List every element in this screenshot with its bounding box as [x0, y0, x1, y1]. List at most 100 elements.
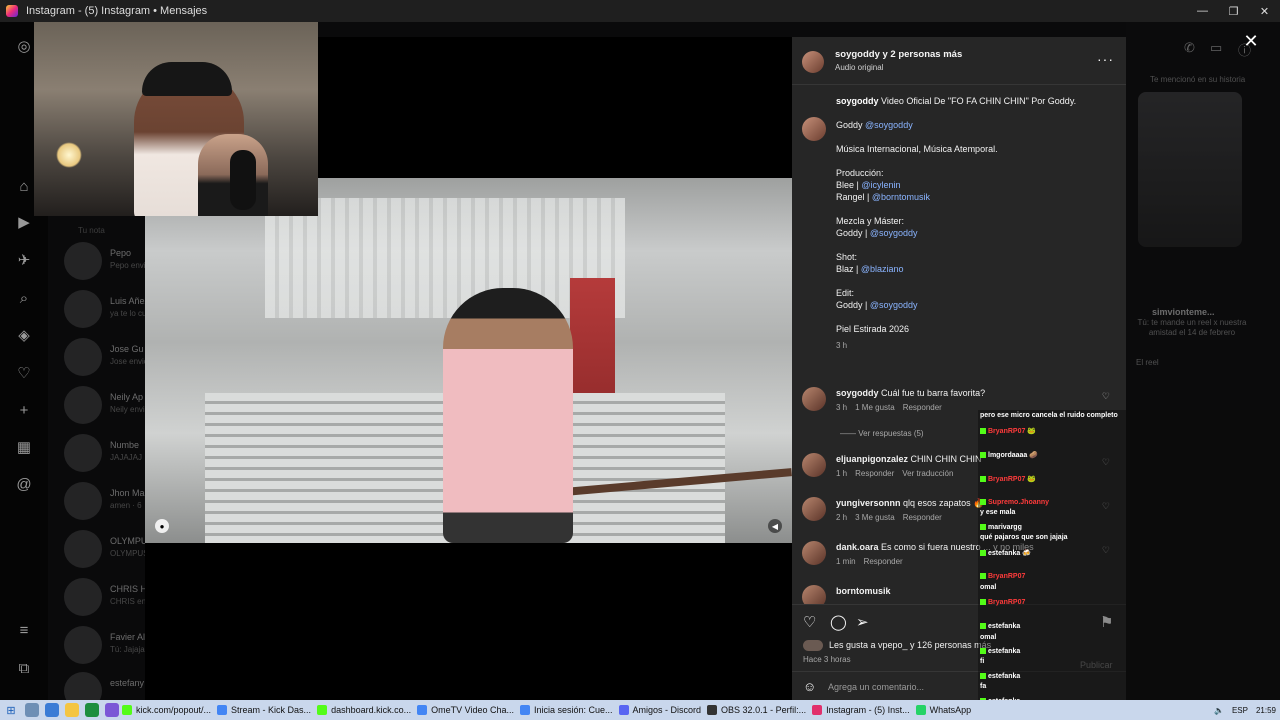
- caption-line: Piel Estirada 2026: [836, 324, 910, 334]
- see-translation-button[interactable]: Ver traducción: [902, 469, 953, 478]
- video-call-icon[interactable]: ▭: [1210, 40, 1222, 56]
- chat-user: BryanRP07: [988, 599, 1026, 606]
- menu-icon[interactable]: ≡: [14, 620, 34, 640]
- more-options-button[interactable]: ···: [1097, 51, 1114, 67]
- also-from-meta-icon[interactable]: ⧉: [14, 658, 34, 678]
- taskbar-app[interactable]: dashboard.kick.co...: [317, 700, 411, 720]
- taskbar-app[interactable]: kick.com/popout/...: [122, 700, 211, 720]
- comment-user[interactable]: borntomusik: [836, 586, 891, 596]
- comment-user[interactable]: eljuanpigonzalez: [836, 454, 908, 464]
- comment-user[interactable]: dank.oara: [836, 542, 879, 552]
- chat-line: BryanRP07 🐸: [980, 427, 1036, 435]
- like-heart-icon[interactable]: ♡: [1102, 391, 1110, 402]
- search-icon[interactable]: ⌕: [14, 288, 34, 308]
- restore-button[interactable]: ❐: [1218, 0, 1249, 22]
- chat-line: omal: [980, 584, 996, 591]
- chat-message: fa: [980, 683, 987, 690]
- close-icon[interactable]: ✕: [1241, 31, 1261, 51]
- tab-tu-nota[interactable]: Tu nota: [78, 226, 105, 235]
- like-heart-icon[interactable]: ♡: [803, 613, 816, 631]
- taskbar-app[interactable]: Amigos - Discord: [618, 700, 702, 720]
- mention-link[interactable]: @blaziano: [861, 264, 904, 274]
- notifications-heart-icon[interactable]: ♡: [14, 363, 34, 383]
- taskbar-app-label: OmeTV Video Cha...: [431, 705, 514, 715]
- mention-link[interactable]: @soygoddy: [870, 300, 918, 310]
- comment-icon[interactable]: ◯: [830, 613, 847, 631]
- home-icon[interactable]: ⌂: [14, 176, 34, 196]
- window-controls: — ❐ ✕: [1187, 0, 1280, 22]
- volume-icon[interactable]: ◀: [768, 519, 782, 533]
- reels-icon[interactable]: ▶: [14, 212, 34, 232]
- file-explorer-icon[interactable]: [65, 703, 79, 717]
- window-close-button[interactable]: ✕: [1249, 0, 1280, 22]
- taskbar-app[interactable]: OBS 32.0.1 - Perfil:...: [707, 700, 806, 720]
- view-replies-button[interactable]: —— Ver respuestas (5): [840, 429, 924, 438]
- caption-author[interactable]: soygoddy: [836, 96, 879, 106]
- post-author[interactable]: soygoddy y 2 personas más: [835, 49, 962, 60]
- comment-likes[interactable]: 1 Me gusta: [855, 403, 895, 412]
- volume-tray-icon[interactable]: 🔈: [1214, 706, 1224, 715]
- phone-icon[interactable]: ✆: [1184, 40, 1195, 56]
- instagram-logo-icon[interactable]: ◎: [14, 36, 34, 56]
- taskbar-app-label: Amigos - Discord: [632, 705, 702, 715]
- clock[interactable]: 21:59: [1256, 706, 1276, 715]
- comment-user[interactable]: soygoddy: [836, 388, 879, 398]
- caption-line: Edit: Goddy | @soygoddy: [836, 288, 918, 310]
- create-plus-icon[interactable]: +: [14, 400, 34, 420]
- mention-link[interactable]: @soygoddy: [870, 228, 918, 238]
- taskbar-app[interactable]: Stream - Kick Das...: [217, 700, 311, 720]
- reel-video[interactable]: ● ◀: [145, 178, 792, 543]
- taskbar-app[interactable]: WhatsApp: [915, 700, 971, 720]
- reply-button[interactable]: Responder: [903, 513, 942, 522]
- avatar[interactable]: [802, 51, 824, 73]
- webcam-microphone: [230, 150, 256, 210]
- start-icon[interactable]: ⊞: [0, 700, 22, 720]
- messages-icon[interactable]: ✈: [14, 250, 34, 270]
- discord-icon: [618, 705, 629, 715]
- taskbar-app[interactable]: Instagram - (5) Inst...: [812, 700, 910, 720]
- comment-user[interactable]: yungiversonnn: [836, 498, 901, 508]
- mention-link[interactable]: @soygoddy: [865, 120, 913, 130]
- tagged-user-icon[interactable]: ●: [155, 519, 169, 533]
- task-view-icon[interactable]: [25, 703, 39, 717]
- chat-user: Supremo.Jhoanny: [988, 499, 1050, 506]
- post-audio[interactable]: Audio original: [835, 63, 883, 72]
- comment-likes[interactable]: 3 Me gusta: [855, 513, 895, 522]
- windows-taskbar: ⊞ kick.com/popout/... Stream - Kick Das.…: [0, 700, 1280, 720]
- kick-badge-icon: [980, 599, 986, 606]
- pinned-app-icon[interactable]: [105, 703, 119, 717]
- avatar: [64, 578, 102, 616]
- taskbar-app[interactable]: OmeTV Video Cha...: [417, 700, 514, 720]
- comment-time: 2 h: [836, 513, 848, 522]
- reply-button[interactable]: Responder: [903, 403, 942, 412]
- share-icon[interactable]: ➢: [856, 613, 869, 631]
- avatar[interactable]: [802, 387, 826, 411]
- comment-text: CHIN CHIN CHIN: [910, 454, 982, 464]
- avatar[interactable]: [802, 497, 826, 521]
- mention-link[interactable]: @icylenin: [861, 180, 900, 190]
- taskbar-app[interactable]: Inicia sesión: Cue...: [519, 700, 613, 720]
- reply-button[interactable]: Responder: [855, 469, 894, 478]
- minimize-button[interactable]: —: [1187, 0, 1218, 22]
- caption-line: Mezcla y Máster: Goddy | @soygoddy: [836, 216, 918, 238]
- story-thumbnail[interactable]: [1138, 92, 1242, 247]
- avatar[interactable]: [802, 117, 826, 141]
- language-indicator[interactable]: ESP: [1232, 706, 1248, 715]
- avatar[interactable]: [802, 453, 826, 477]
- edge-icon[interactable]: [45, 703, 59, 717]
- kick-badge-icon: [980, 428, 986, 435]
- dashboard-icon[interactable]: ▦: [14, 437, 34, 457]
- view-replies-label: Ver respuestas (5): [858, 429, 924, 438]
- comment-text: Cuál fue tu barra favorita?: [881, 388, 986, 398]
- mention-link[interactable]: @borntomusik: [872, 192, 930, 202]
- avatar[interactable]: [802, 541, 826, 565]
- instagram-icon: [812, 705, 823, 715]
- emoji-icon[interactable]: ☺: [803, 679, 816, 694]
- likes-summary[interactable]: Les gusta a vpepo_ y 126 personas más: [829, 640, 991, 650]
- explore-icon[interactable]: ◈: [14, 325, 34, 345]
- conversation-message: Tú: te mande un reel x nuestra amistad e…: [1137, 318, 1247, 337]
- chrome-icon[interactable]: [85, 703, 99, 717]
- threads-icon[interactable]: @: [14, 474, 34, 494]
- chat-line: fi: [980, 658, 984, 665]
- reply-button[interactable]: Responder: [864, 557, 903, 566]
